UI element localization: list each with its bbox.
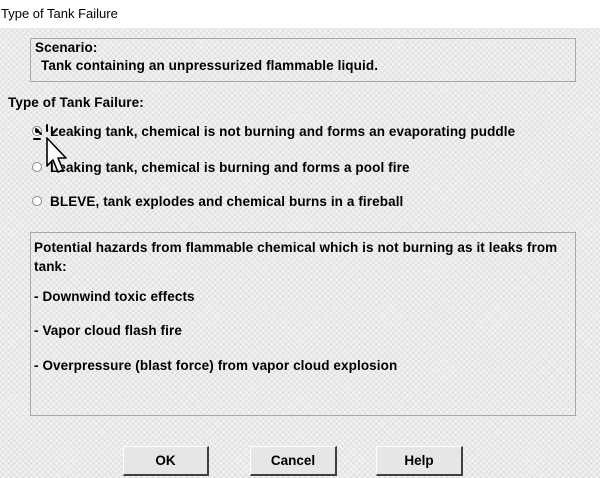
window-title: Type of Tank Failure [1, 6, 118, 21]
mouse-pointer-icon [33, 124, 67, 173]
title-bar: Type of Tank Failure [0, 0, 600, 28]
hazards-box: Potential hazards from flammable chemica… [30, 232, 576, 416]
hazard-item: - Downwind toxic effects [34, 289, 195, 304]
radio-button[interactable] [32, 196, 42, 206]
ok-button[interactable]: OK [123, 446, 209, 476]
radio-option-pool-fire[interactable]: Leaking tank, chemical is burning and fo… [32, 157, 410, 177]
help-button[interactable]: Help [376, 446, 463, 476]
cancel-button[interactable]: Cancel [250, 446, 337, 476]
hazards-description: Potential hazards from flammable chemica… [34, 240, 558, 274]
radio-option-evaporating-puddle[interactable]: Leaking tank, chemical is not burning an… [32, 121, 515, 141]
scenario-label: Scenario: [35, 40, 98, 55]
radio-option-label[interactable]: Leaking tank, chemical is not burning an… [50, 124, 515, 139]
scenario-box: Scenario: Tank containing an unpressuriz… [30, 38, 576, 82]
hazard-item: - Vapor cloud flash fire [34, 323, 182, 338]
hazard-item: - Overpressure (blast force) from vapor … [34, 358, 398, 373]
radio-option-bleve-fireball[interactable]: BLEVE, tank explodes and chemical burns … [32, 191, 403, 211]
radio-option-label[interactable]: BLEVE, tank explodes and chemical burns … [50, 194, 403, 209]
failure-type-label: Type of Tank Failure: [8, 95, 144, 110]
scenario-text: Tank containing an unpressurized flammab… [41, 58, 379, 73]
radio-option-label[interactable]: Leaking tank, chemical is burning and fo… [50, 160, 410, 175]
